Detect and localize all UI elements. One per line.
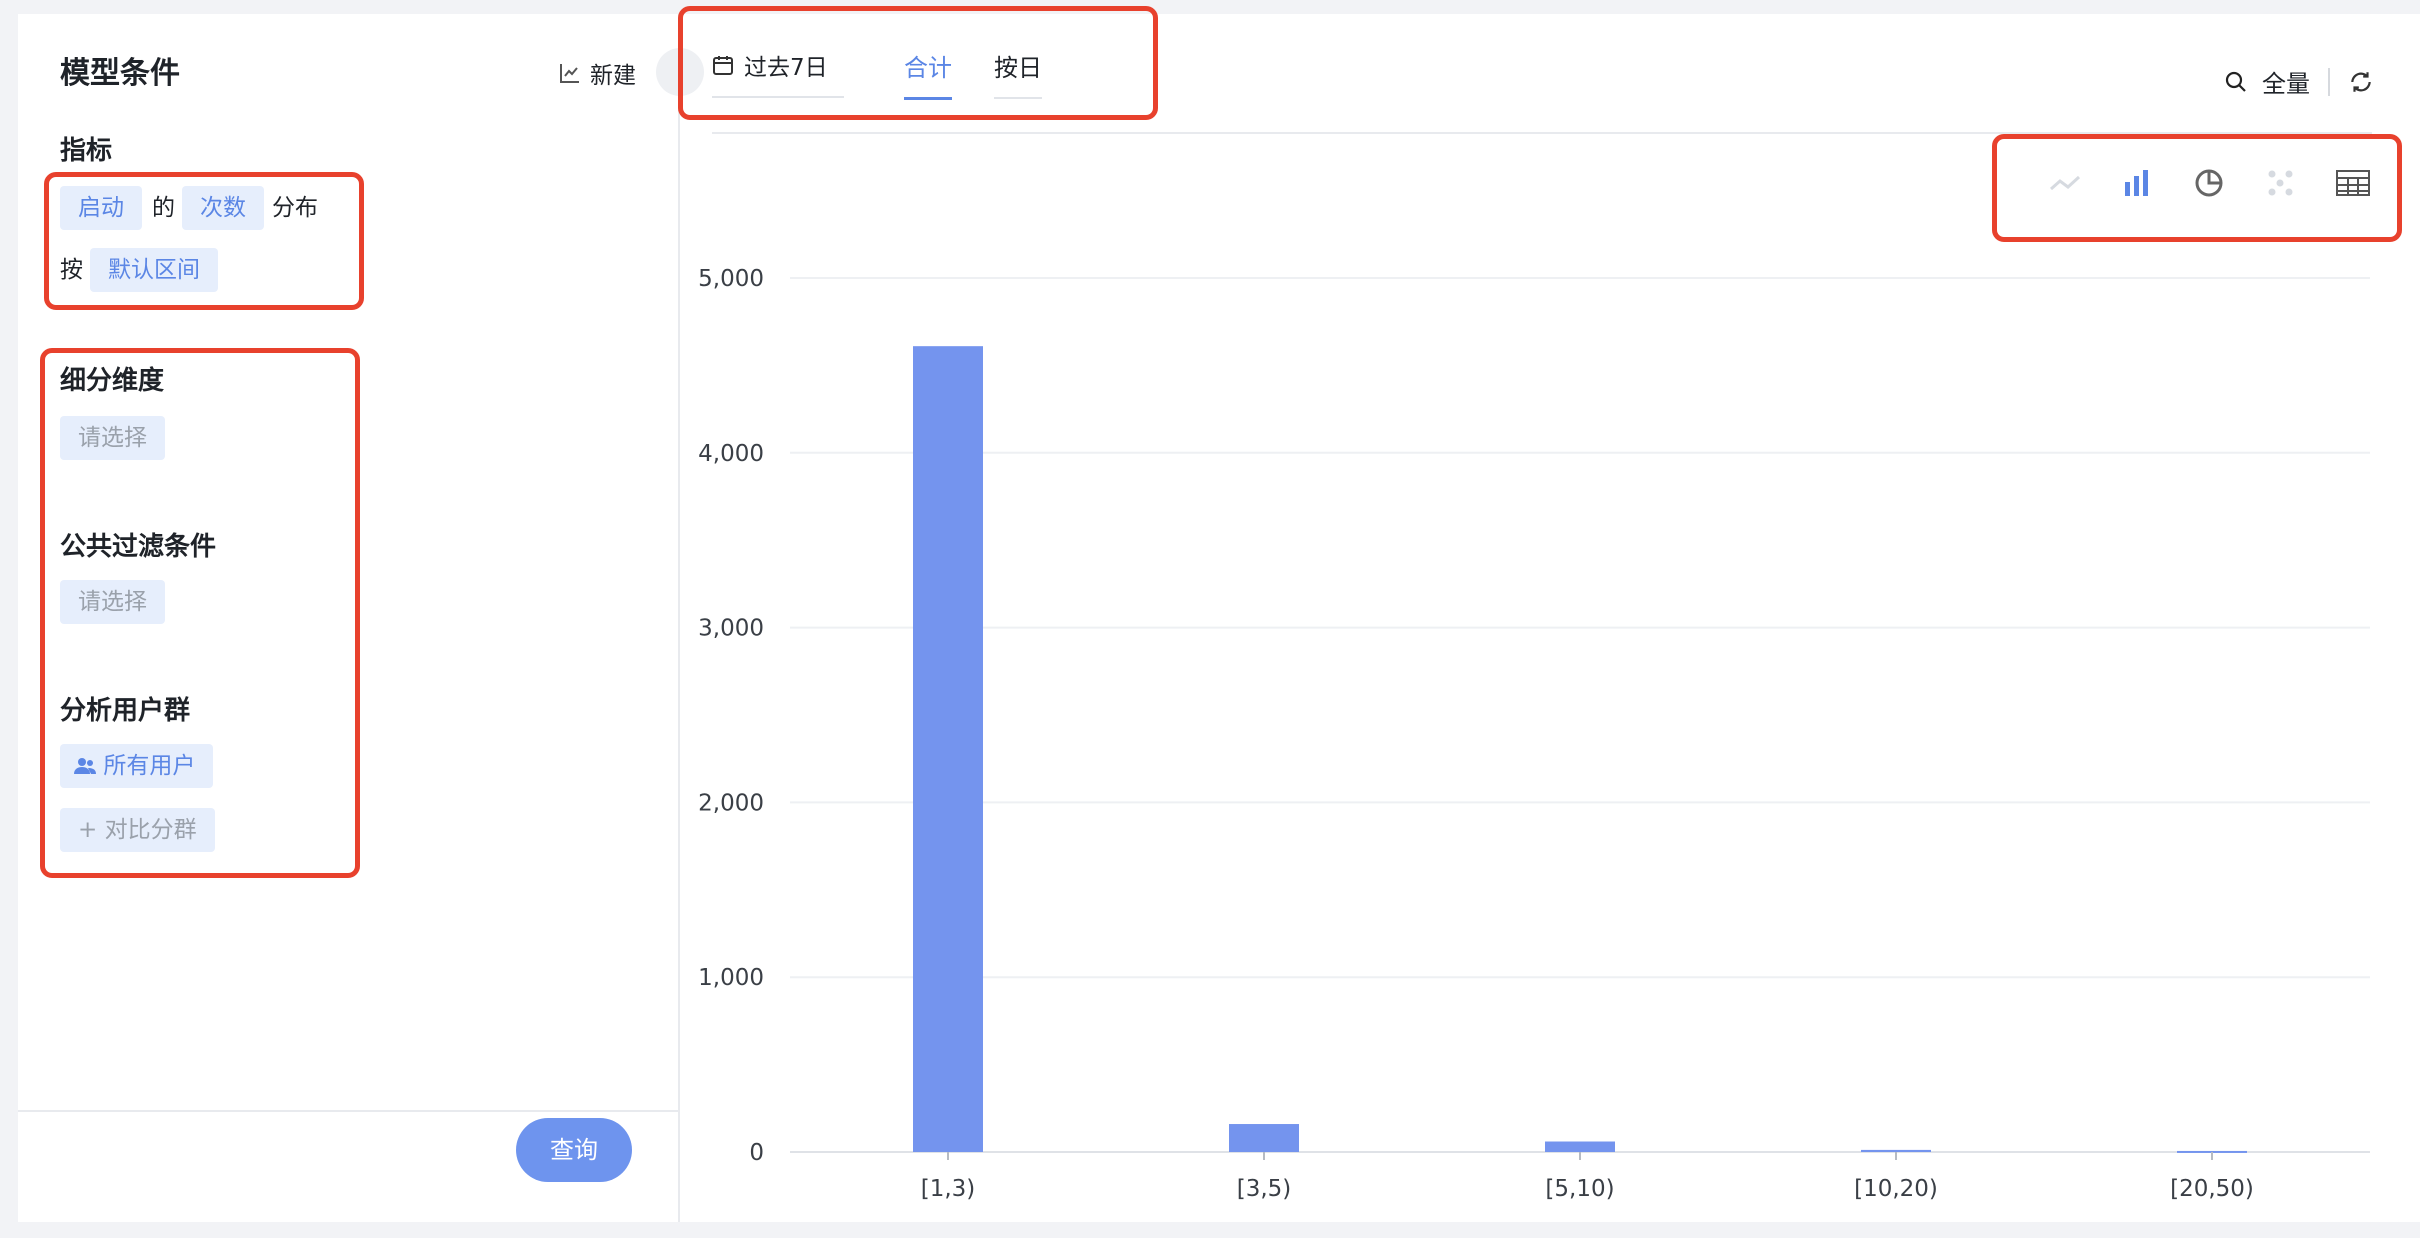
bar[interactable] bbox=[913, 346, 983, 1152]
compare-segment-button[interactable]: + 对比分群 bbox=[60, 808, 215, 852]
collapse-toggle[interactable] bbox=[656, 48, 704, 96]
calendar-icon bbox=[713, 56, 733, 75]
refresh-icon[interactable] bbox=[2348, 69, 2374, 95]
y-tick-label: 5,000 bbox=[698, 266, 764, 292]
y-tick-label: 3,000 bbox=[698, 616, 764, 642]
toolbar-divider bbox=[712, 132, 2372, 134]
x-tick-label: [5,10) bbox=[1545, 1176, 1614, 1202]
x-tick-label: [1,3) bbox=[921, 1176, 976, 1202]
pie-chart-icon[interactable] bbox=[2192, 166, 2226, 200]
table-icon[interactable] bbox=[2336, 166, 2370, 200]
line-chart-icon[interactable] bbox=[2048, 166, 2082, 200]
tab-total[interactable]: 合计 bbox=[904, 48, 952, 100]
search-icon[interactable] bbox=[2224, 70, 2248, 94]
sample-mode-label[interactable]: 全量 bbox=[2262, 64, 2310, 99]
new-button-label: 新建 bbox=[590, 63, 636, 89]
model-conditions-panel: 模型条件 新建 指标 启动 的 次数 分布 按 默认区间 细分维度 请选择 公共… bbox=[18, 14, 704, 1222]
filter-selector[interactable]: 请选择 bbox=[60, 580, 165, 624]
y-tick-label: 1,000 bbox=[698, 965, 764, 991]
metric-by-text: 按 bbox=[60, 257, 83, 283]
query-button[interactable]: 查询 bbox=[516, 1118, 632, 1182]
y-tick-label: 2,000 bbox=[698, 790, 764, 816]
metric-of-text: 的 bbox=[152, 195, 175, 221]
segment-section-title: 分析用户群 bbox=[60, 696, 191, 726]
metric-section-title: 指标 bbox=[60, 136, 113, 166]
bar[interactable] bbox=[1545, 1141, 1615, 1152]
bar-chart-icon[interactable] bbox=[2120, 166, 2154, 200]
breakdown-selector[interactable]: 请选择 bbox=[60, 416, 165, 460]
x-tick-label: [3,5) bbox=[1237, 1176, 1292, 1202]
panel-title: 模型条件 bbox=[60, 56, 180, 91]
bar[interactable] bbox=[1229, 1124, 1299, 1152]
y-tick-label: 0 bbox=[749, 1140, 764, 1166]
bar-chart: 0 1,000 2,000 3,000 4,000 5,000 [1,3) [3,5) [5,1… bbox=[698, 266, 2370, 1202]
bar[interactable] bbox=[1861, 1149, 1931, 1152]
breakdown-section-title: 细分维度 bbox=[60, 366, 165, 396]
measure-selector[interactable]: 次数 bbox=[182, 186, 264, 230]
metric-dist-text: 分布 bbox=[272, 195, 318, 221]
new-button[interactable]: 新建 bbox=[558, 56, 636, 90]
scatter-chart-icon[interactable] bbox=[2264, 166, 2298, 200]
users-icon bbox=[74, 758, 96, 774]
all-users-segment[interactable]: 所有用户 bbox=[60, 744, 214, 788]
interval-selector[interactable]: 默认区间 bbox=[90, 248, 218, 292]
x-tick-label: [20,50) bbox=[2170, 1176, 2254, 1202]
top-right-controls: 全量 bbox=[2224, 64, 2374, 99]
date-range-label: 过去7日 bbox=[744, 55, 828, 81]
toolbar-separator bbox=[2328, 67, 2330, 96]
date-range-picker[interactable]: 过去7日 bbox=[712, 48, 844, 98]
chart-type-switcher bbox=[2048, 166, 2370, 200]
y-tick-label: 4,000 bbox=[698, 441, 764, 467]
x-tick-label: [10,20) bbox=[1854, 1176, 1938, 1202]
tab-by-day[interactable]: 按日 bbox=[994, 48, 1042, 99]
event-selector[interactable]: 启动 bbox=[60, 186, 142, 230]
new-chart-icon bbox=[560, 64, 579, 83]
filter-section-title: 公共过滤条件 bbox=[60, 532, 217, 562]
all-users-label: 所有用户 bbox=[103, 753, 196, 779]
